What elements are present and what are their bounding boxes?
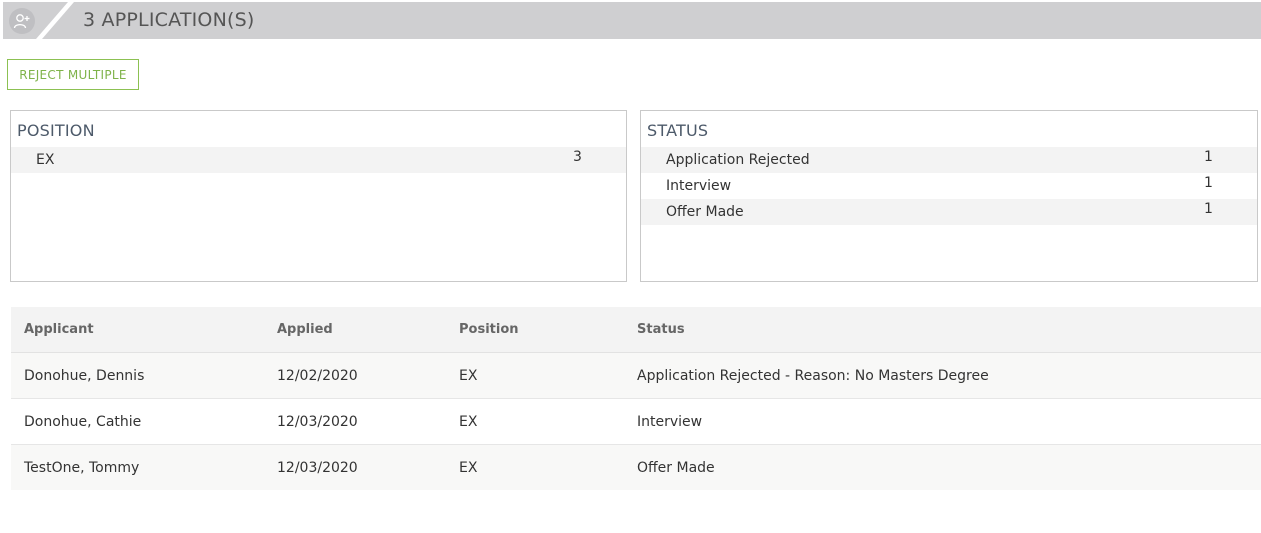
status-cell: Offer Made — [624, 444, 1261, 490]
position-cell: EX — [446, 444, 624, 490]
status-row-label: Interview — [666, 178, 732, 194]
status-cell: Interview — [624, 398, 1261, 445]
header-divider — [36, 2, 74, 39]
applied-date: 12/03/2020 — [264, 444, 446, 490]
status-row[interactable]: Application Rejected 1 — [641, 147, 1257, 173]
status-row-count: 1 — [1204, 149, 1213, 165]
column-header-applicant[interactable]: Applicant — [11, 307, 264, 353]
position-row-count: 3 — [573, 149, 582, 165]
status-row-label: Application Rejected — [666, 152, 810, 168]
status-panel-title: STATUS — [647, 121, 709, 140]
applicant-name[interactable]: TestOne, Tommy — [11, 444, 264, 490]
table-row[interactable]: Donohue, Cathie 12/03/2020 EX Interview — [11, 398, 1261, 445]
status-row-label: Offer Made — [666, 204, 744, 220]
position-cell: EX — [446, 352, 624, 399]
table-row[interactable]: TestOne, Tommy 12/03/2020 EX Offer Made — [11, 444, 1261, 490]
table-header-row: Applicant Applied Position Status — [11, 307, 1261, 353]
position-row[interactable]: EX 3 — [11, 147, 626, 173]
status-row-count: 1 — [1204, 201, 1213, 217]
applicant-name[interactable]: Donohue, Dennis — [11, 352, 264, 399]
status-summary-panel: STATUS Application Rejected 1 Interview … — [640, 110, 1258, 282]
applicant-name[interactable]: Donohue, Cathie — [11, 398, 264, 445]
column-header-position[interactable]: Position — [446, 307, 624, 353]
applications-table: Applicant Applied Position Status Donohu… — [11, 307, 1261, 490]
status-cell: Application Rejected - Reason: No Master… — [624, 352, 1261, 399]
position-row-label: EX — [36, 152, 55, 168]
status-row[interactable]: Interview 1 — [641, 173, 1257, 199]
position-summary-panel: POSITION EX 3 — [10, 110, 627, 282]
column-header-applied[interactable]: Applied — [264, 307, 446, 353]
position-panel-title: POSITION — [17, 121, 95, 140]
page-title: 3 APPLICATION(S) — [83, 9, 255, 31]
applied-date: 12/02/2020 — [264, 352, 446, 399]
page-header: 3 APPLICATION(S) — [3, 2, 1261, 39]
applied-date: 12/03/2020 — [264, 398, 446, 445]
column-header-status[interactable]: Status — [624, 307, 1261, 353]
add-user-icon — [9, 8, 35, 34]
status-row-count: 1 — [1204, 175, 1213, 191]
status-row[interactable]: Offer Made 1 — [641, 199, 1257, 225]
table-row[interactable]: Donohue, Dennis 12/02/2020 EX Applicatio… — [11, 352, 1261, 399]
reject-multiple-button[interactable]: REJECT MULTIPLE — [7, 59, 139, 90]
position-cell: EX — [446, 398, 624, 445]
